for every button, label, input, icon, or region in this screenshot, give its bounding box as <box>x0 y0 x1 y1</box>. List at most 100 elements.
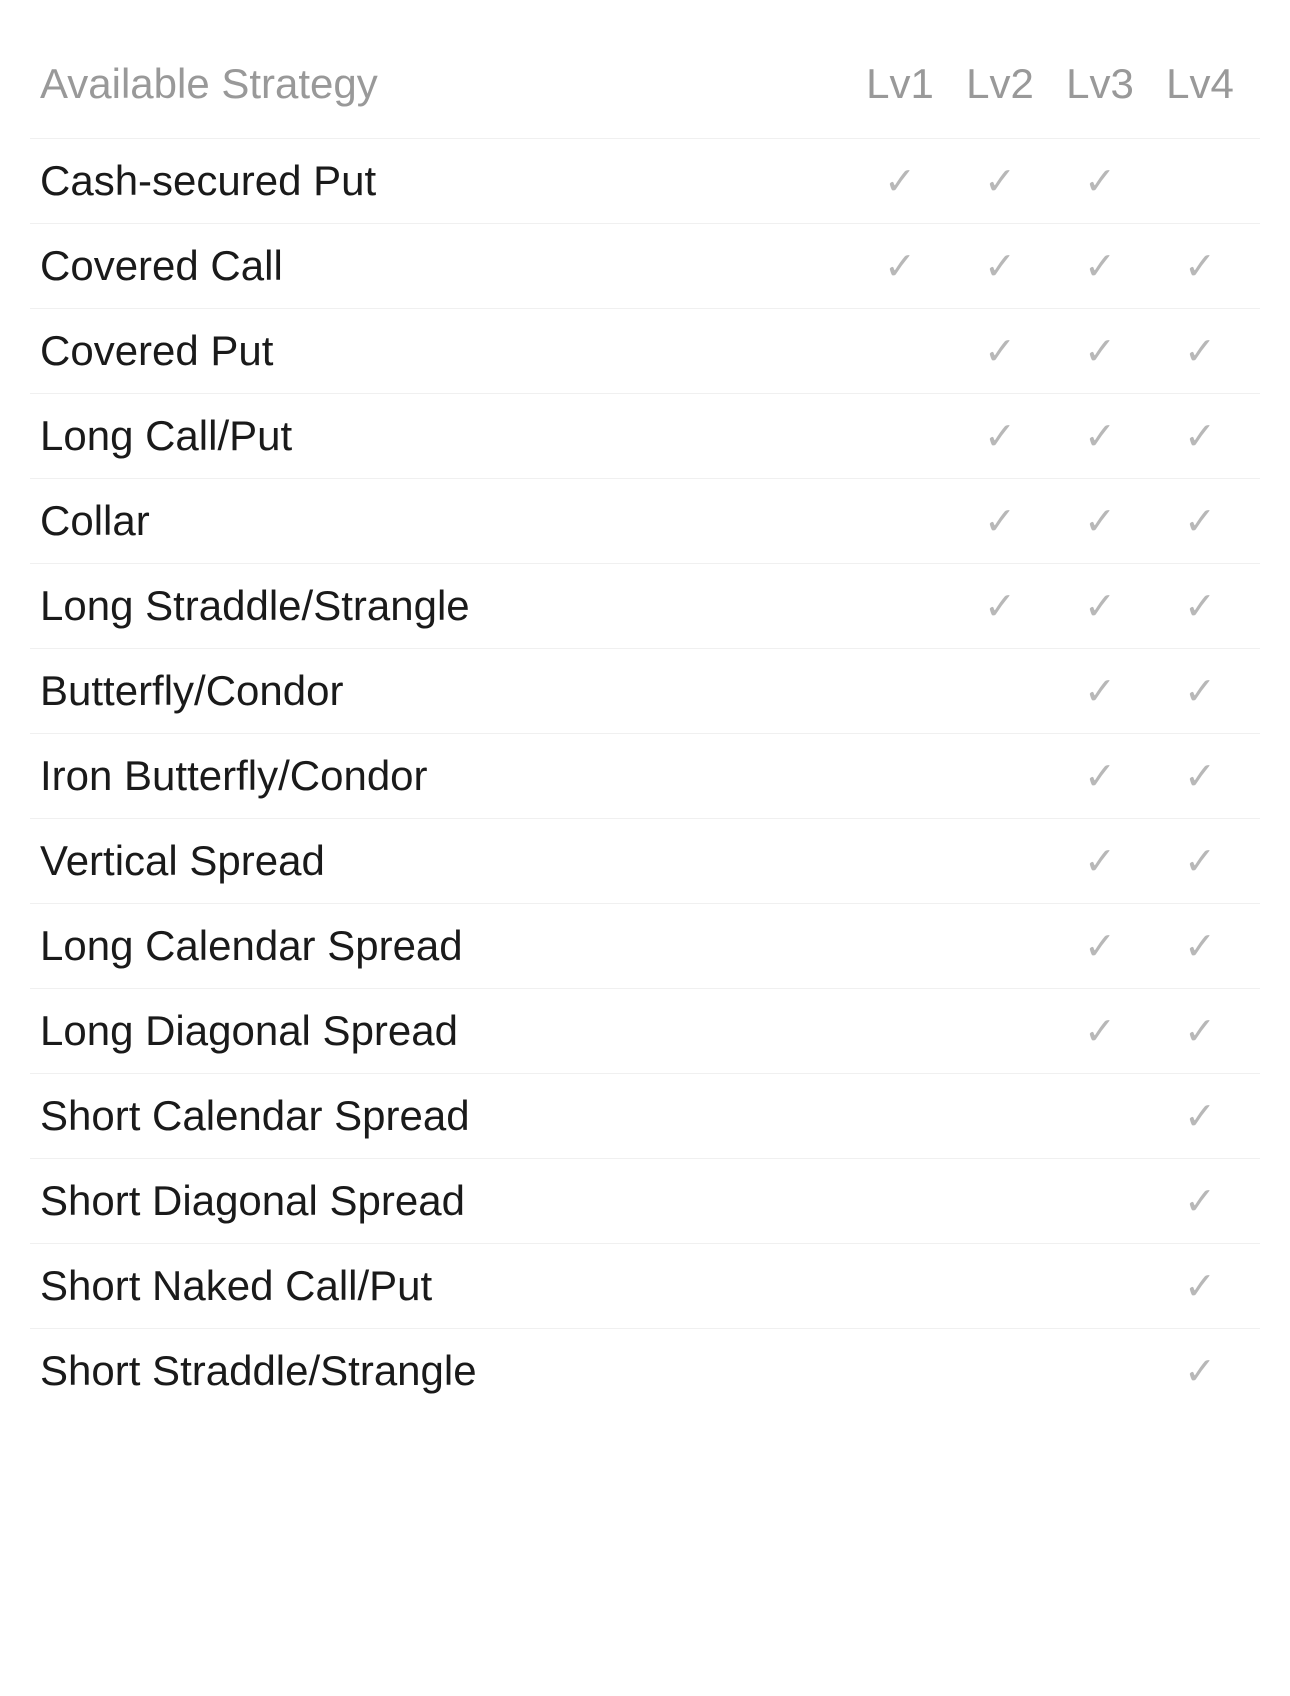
check-lv4: ✓ <box>1150 1179 1250 1224</box>
check-lv3: ✓ <box>1050 244 1150 289</box>
checkmark-icon: ✓ <box>984 499 1016 544</box>
strategy-name: Cash-secured Put <box>40 157 850 205</box>
check-lv4: ✓ <box>1150 1009 1250 1054</box>
check-lv2: ✓ <box>950 499 1050 544</box>
check-lv4: ✓ <box>1150 499 1250 544</box>
strategy-name: Long Diagonal Spread <box>40 1007 850 1055</box>
checkmark-icon: ✓ <box>1184 839 1216 884</box>
check-lv3: ✓ <box>1050 1009 1150 1054</box>
table-row: Long Diagonal Spread ✓ ✓ <box>30 988 1260 1073</box>
checkmark-icon: ✓ <box>1184 244 1216 289</box>
check-lv4: ✓ <box>1150 924 1250 969</box>
check-lv4: ✓ <box>1150 839 1250 884</box>
checkmark-icon: ✓ <box>1084 754 1116 799</box>
check-lv3: ✓ <box>1050 329 1150 374</box>
strategy-name: Covered Call <box>40 242 850 290</box>
check-lv3: ✓ <box>1050 924 1150 969</box>
table-header: Available Strategy Lv1 Lv2 Lv3 Lv4 <box>30 40 1260 138</box>
strategy-name: Butterfly/Condor <box>40 667 850 715</box>
checkmark-icon: ✓ <box>1084 159 1116 204</box>
table-row: Long Calendar Spread ✓ ✓ <box>30 903 1260 988</box>
check-lv1: ✓ <box>850 244 950 289</box>
checkmark-icon: ✓ <box>884 244 916 289</box>
checkmark-icon: ✓ <box>1084 244 1116 289</box>
checkmark-icon: ✓ <box>984 159 1016 204</box>
checkmark-icon: ✓ <box>1084 669 1116 714</box>
check-lv3: ✓ <box>1050 414 1150 459</box>
check-lv2: ✓ <box>950 329 1050 374</box>
check-lv4: ✓ <box>1150 329 1250 374</box>
strategy-name: Covered Put <box>40 327 850 375</box>
checkmark-icon: ✓ <box>1184 1264 1216 1309</box>
header-lv3: Lv3 <box>1050 60 1150 108</box>
checkmark-icon: ✓ <box>984 329 1016 374</box>
table-row: Short Straddle/Strangle ✓ <box>30 1328 1260 1413</box>
check-lv4: ✓ <box>1150 1094 1250 1139</box>
check-lv1: ✓ <box>850 159 950 204</box>
checkmark-icon: ✓ <box>984 584 1016 629</box>
checkmark-icon: ✓ <box>1084 499 1116 544</box>
check-lv3: ✓ <box>1050 584 1150 629</box>
strategy-name: Vertical Spread <box>40 837 850 885</box>
table-row: Butterfly/Condor ✓ ✓ <box>30 648 1260 733</box>
check-lv2: ✓ <box>950 159 1050 204</box>
checkmark-icon: ✓ <box>1184 669 1216 714</box>
strategy-name: Short Diagonal Spread <box>40 1177 850 1225</box>
checkmark-icon: ✓ <box>1084 1009 1116 1054</box>
check-lv3: ✓ <box>1050 839 1150 884</box>
check-lv4: ✓ <box>1150 414 1250 459</box>
table-row: Short Naked Call/Put✓ <box>30 1243 1260 1328</box>
check-lv3: ✓ <box>1050 754 1150 799</box>
table-row: Short Diagonal Spread ✓ <box>30 1158 1260 1243</box>
checkmark-icon: ✓ <box>1184 1179 1216 1224</box>
checkmark-icon: ✓ <box>884 159 916 204</box>
strategy-name: Long Calendar Spread <box>40 922 850 970</box>
table-row: Cash-secured Put ✓ ✓ ✓ <box>30 138 1260 223</box>
table-row: Collar ✓ ✓ ✓ <box>30 478 1260 563</box>
check-lv3: ✓ <box>1050 669 1150 714</box>
table-row: Long Straddle/Strangle ✓ ✓ ✓ <box>30 563 1260 648</box>
checkmark-icon: ✓ <box>984 414 1016 459</box>
checkmark-icon: ✓ <box>1184 499 1216 544</box>
table-row: Vertical Spread ✓ ✓ <box>30 818 1260 903</box>
check-lv4: ✓ <box>1150 244 1250 289</box>
checkmark-icon: ✓ <box>1184 924 1216 969</box>
checkmark-icon: ✓ <box>984 244 1016 289</box>
checkmark-icon: ✓ <box>1184 754 1216 799</box>
check-lv4: ✓ <box>1150 669 1250 714</box>
strategy-name: Collar <box>40 497 850 545</box>
checkmark-icon: ✓ <box>1084 924 1116 969</box>
strategy-name: Short Straddle/Strangle <box>40 1347 850 1395</box>
check-lv4: ✓ <box>1150 584 1250 629</box>
checkmark-icon: ✓ <box>1084 329 1116 374</box>
check-lv2: ✓ <box>950 414 1050 459</box>
strategy-name: Iron Butterfly/Condor <box>40 752 850 800</box>
check-lv2: ✓ <box>950 244 1050 289</box>
checkmark-icon: ✓ <box>1184 584 1216 629</box>
strategy-name: Long Straddle/Strangle <box>40 582 850 630</box>
checkmark-icon: ✓ <box>1184 1009 1216 1054</box>
header-lv4: Lv4 <box>1150 60 1250 108</box>
checkmark-icon: ✓ <box>1184 329 1216 374</box>
checkmark-icon: ✓ <box>1084 839 1116 884</box>
table-row: Short Calendar Spread ✓ <box>30 1073 1260 1158</box>
checkmark-icon: ✓ <box>1184 1094 1216 1139</box>
check-lv4: ✓ <box>1150 1264 1250 1309</box>
check-lv2: ✓ <box>950 584 1050 629</box>
header-lv2: Lv2 <box>950 60 1050 108</box>
header-lv1: Lv1 <box>850 60 950 108</box>
checkmark-icon: ✓ <box>1084 414 1116 459</box>
strategy-name: Short Calendar Spread <box>40 1092 850 1140</box>
check-lv4: ✓ <box>1150 754 1250 799</box>
strategy-table: Available Strategy Lv1 Lv2 Lv3 Lv4 Cash-… <box>30 40 1260 1413</box>
strategy-name: Long Call/Put <box>40 412 850 460</box>
checkmark-icon: ✓ <box>1084 584 1116 629</box>
checkmark-icon: ✓ <box>1184 414 1216 459</box>
table-row: Iron Butterfly/Condor ✓ ✓ <box>30 733 1260 818</box>
table-row: Covered Put ✓ ✓ ✓ <box>30 308 1260 393</box>
checkmark-icon: ✓ <box>1184 1349 1216 1394</box>
check-lv3: ✓ <box>1050 499 1150 544</box>
check-lv3: ✓ <box>1050 159 1150 204</box>
table-row: Covered Call ✓ ✓ ✓ ✓ <box>30 223 1260 308</box>
table-body: Cash-secured Put✓✓✓Covered Call✓✓✓✓Cover… <box>30 138 1260 1413</box>
